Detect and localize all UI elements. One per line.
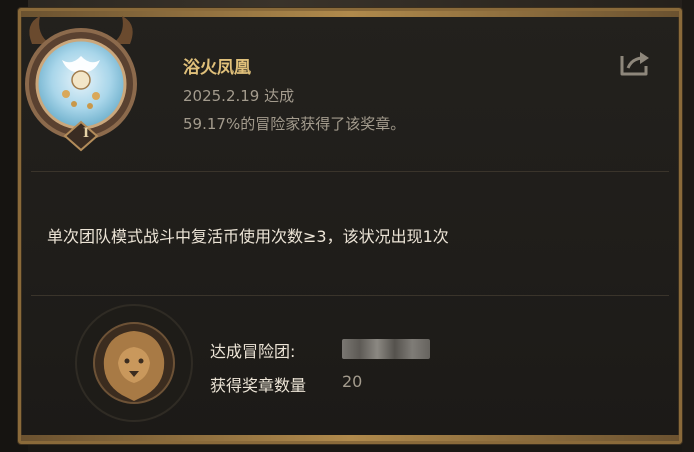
divider-top (31, 171, 669, 172)
panel-bottom-border (21, 435, 679, 441)
achievement-title: 浴火凤凰 (183, 58, 251, 78)
medal-count-value: 20 (342, 372, 363, 391)
medal-tier: I (82, 126, 90, 141)
medal-count-label: 获得奖章数量 (210, 376, 307, 395)
divider-bottom (31, 295, 669, 296)
background-right (682, 0, 694, 452)
lion-emblem-icon (75, 304, 193, 422)
achievement-description: 单次团队模式战斗中复活币使用次数≥3，该状况出现1次 (47, 227, 449, 246)
achievement-date: 2025.2.19 达成 (183, 87, 295, 105)
share-icon[interactable] (618, 48, 652, 78)
guild-name-redacted (342, 339, 430, 359)
achievement-rate: 59.17%的冒险家获得了该奖章。 (183, 115, 406, 133)
guild-label: 达成冒险团: (210, 342, 296, 361)
